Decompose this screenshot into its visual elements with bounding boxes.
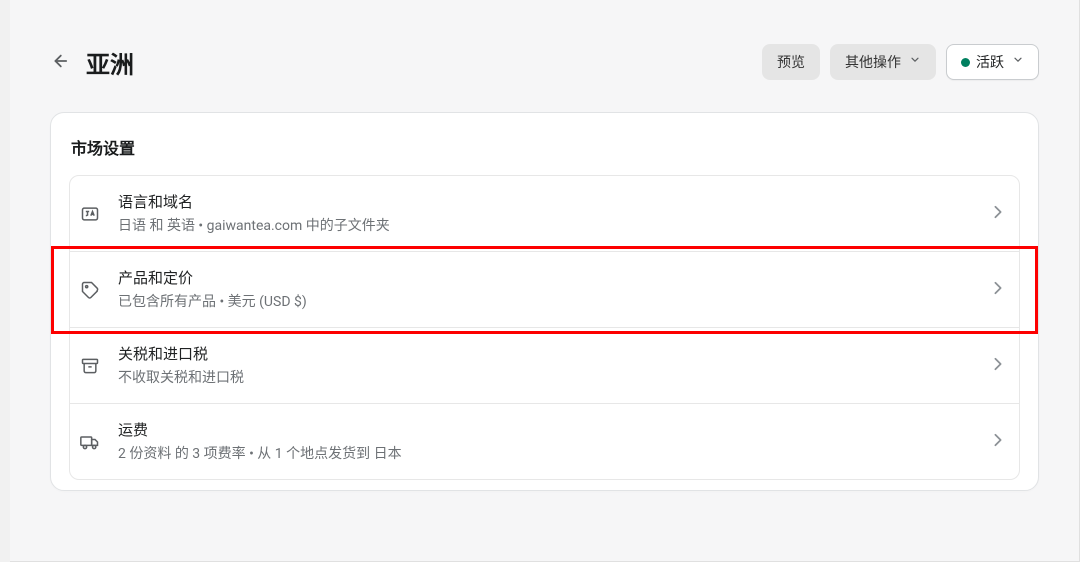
- item-title: 运费: [118, 420, 985, 441]
- item-subtitle: 已包含所有产品 • 美元 (USD $): [118, 291, 985, 311]
- status-label: 活跃: [976, 52, 1004, 72]
- language-icon: [76, 204, 104, 224]
- market-settings-card: 市场设置 语言和域名日语 和 英语 • gaiwantea.com 中的子文件夹…: [50, 112, 1039, 491]
- settings-item[interactable]: 关税和进口税不收取关税和进口税: [69, 328, 1020, 404]
- chevron-right-icon: [993, 281, 1003, 299]
- status-button[interactable]: 活跃: [946, 44, 1039, 80]
- header-actions: 预览 其他操作 活跃: [762, 44, 1039, 80]
- item-subtitle: 不收取关税和进口税: [118, 367, 985, 387]
- other-actions-label: 其他操作: [845, 52, 901, 72]
- other-actions-button[interactable]: 其他操作: [830, 44, 936, 80]
- preview-button[interactable]: 预览: [762, 44, 820, 80]
- item-body: 关税和进口税不收取关税和进口税: [118, 344, 985, 387]
- tag-icon: [76, 280, 104, 300]
- chevron-down-icon: [1012, 54, 1024, 70]
- status-dot-icon: [961, 58, 970, 67]
- chevron-down-icon: [909, 54, 921, 70]
- item-title: 产品和定价: [118, 268, 985, 289]
- settings-item[interactable]: 产品和定价已包含所有产品 • 美元 (USD $): [69, 252, 1020, 328]
- settings-item[interactable]: 运费2 份资料 的 3 项费率 • 从 1 个地点发货到 日本: [69, 404, 1020, 480]
- archive-icon: [76, 356, 104, 376]
- item-subtitle: 日语 和 英语 • gaiwantea.com 中的子文件夹: [118, 215, 985, 235]
- header-left: 亚洲: [50, 45, 134, 80]
- item-title: 语言和域名: [118, 192, 985, 213]
- preview-button-label: 预览: [777, 52, 805, 72]
- truck-icon: [76, 432, 104, 452]
- back-arrow-icon[interactable]: [50, 52, 68, 73]
- chevron-right-icon: [993, 205, 1003, 223]
- card-title: 市场设置: [69, 135, 1020, 159]
- settings-list: 语言和域名日语 和 英语 • gaiwantea.com 中的子文件夹产品和定价…: [69, 175, 1020, 480]
- item-body: 产品和定价已包含所有产品 • 美元 (USD $): [118, 268, 985, 311]
- item-body: 语言和域名日语 和 英语 • gaiwantea.com 中的子文件夹: [118, 192, 985, 235]
- chevron-right-icon: [993, 357, 1003, 375]
- item-subtitle: 2 份资料 的 3 项费率 • 从 1 个地点发货到 日本: [118, 443, 985, 463]
- settings-item[interactable]: 语言和域名日语 和 英语 • gaiwantea.com 中的子文件夹: [69, 175, 1020, 252]
- page-title: 亚洲: [86, 45, 134, 80]
- item-body: 运费2 份资料 的 3 项费率 • 从 1 个地点发货到 日本: [118, 420, 985, 463]
- page-header: 亚洲 预览 其他操作 活跃: [50, 44, 1039, 80]
- item-title: 关税和进口税: [118, 344, 985, 365]
- chevron-right-icon: [993, 433, 1003, 451]
